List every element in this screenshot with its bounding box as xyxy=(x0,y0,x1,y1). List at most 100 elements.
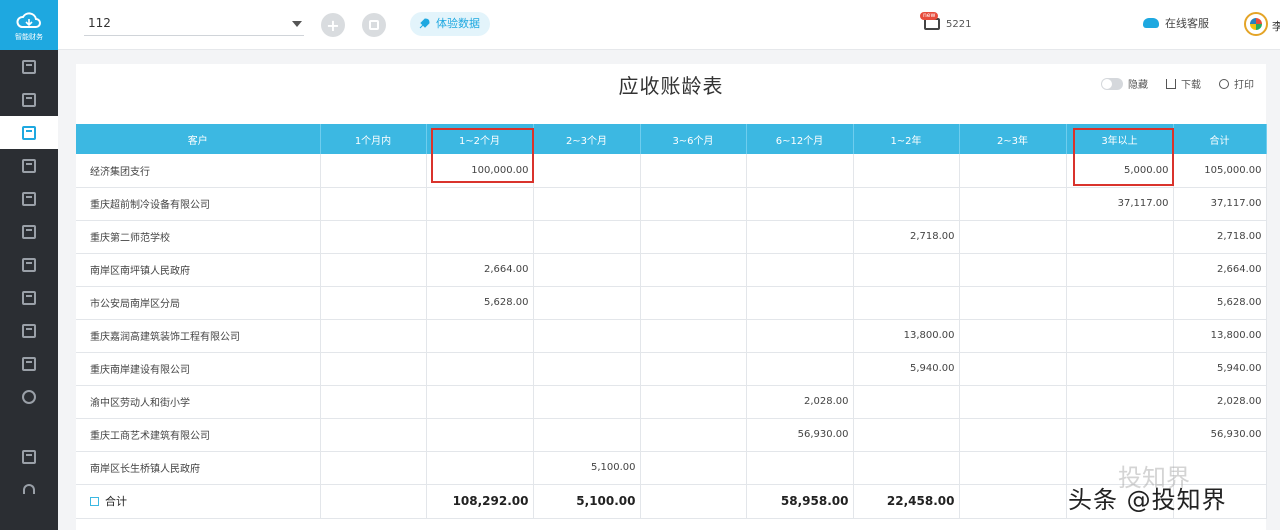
sidebar-item-inventory[interactable] xyxy=(0,248,58,281)
table-row[interactable]: 重庆嘉润高建筑装饰工程有限公司 13,800.00 13,800.00 xyxy=(76,319,1267,353)
amount-cell xyxy=(853,286,960,320)
amount-cell xyxy=(959,286,1067,320)
grid-icon xyxy=(369,20,379,30)
amount-cell: 13,800.00 xyxy=(1173,319,1267,353)
amount-cell: 56,930.00 xyxy=(1173,418,1267,452)
sidebar-item-voucher[interactable] xyxy=(0,83,58,116)
sidebar-item-contacts[interactable] xyxy=(0,314,58,347)
chevron-down-icon xyxy=(292,21,302,27)
amount-cell xyxy=(533,319,641,353)
amount-cell xyxy=(640,451,747,485)
total-amount-cell xyxy=(320,484,427,519)
online-service-label: 在线客服 xyxy=(1165,17,1209,30)
messages[interactable]: new 5221 xyxy=(920,12,971,34)
amount-cell xyxy=(746,451,854,485)
sidebar-item-phone[interactable] xyxy=(0,472,58,505)
amount-cell: 2,664.00 xyxy=(1173,253,1267,287)
total-amount-cell xyxy=(959,484,1067,519)
amount-cell xyxy=(1066,418,1174,452)
table-row[interactable]: 南岸区南坪镇人民政府 2,664.00 2,664.00 xyxy=(76,253,1267,287)
amount-cell xyxy=(320,385,427,419)
table-row[interactable]: 重庆超前制冷设备有限公司 37,117.00 37,117.00 xyxy=(76,187,1267,221)
amount-cell xyxy=(746,286,854,320)
customer-cell: 渝中区劳动人和街小学 xyxy=(76,385,321,419)
customer-cell: 重庆超前制冷设备有限公司 xyxy=(76,187,321,221)
download-button[interactable]: 下载 xyxy=(1166,76,1201,91)
amount-cell xyxy=(640,286,747,320)
amount-cell xyxy=(1066,319,1174,353)
add-button[interactable]: + xyxy=(321,13,345,37)
cloud-logo-icon xyxy=(16,11,41,28)
amount-cell xyxy=(533,286,641,320)
amount-cell: 2,028.00 xyxy=(1173,385,1267,419)
amount-cell xyxy=(640,154,747,188)
total-label-cell: 合计 xyxy=(76,484,321,519)
voucher-icon xyxy=(22,92,36,107)
amount-cell: 5,940.00 xyxy=(853,352,960,386)
trial-data-button[interactable]: 体验数据 xyxy=(410,12,490,36)
column-header: 客户 xyxy=(76,124,321,154)
amount-cell xyxy=(1066,220,1174,254)
page-title: 应收账龄表 xyxy=(618,74,724,98)
amount-cell xyxy=(533,385,641,419)
chart-icon xyxy=(22,125,36,140)
table-row[interactable]: 市公安局南岸区分局 5,628.00 5,628.00 xyxy=(76,286,1267,320)
amount-cell xyxy=(426,451,534,485)
contacts-icon xyxy=(22,323,36,338)
apps-button[interactable] xyxy=(362,13,386,37)
app-logo[interactable]: 智能财务 xyxy=(0,0,58,50)
sidebar-item-reports[interactable] xyxy=(0,116,58,149)
column-header: 6~12个月 xyxy=(746,124,854,154)
sidebar-item-settings[interactable] xyxy=(0,380,58,413)
amount-cell xyxy=(320,286,427,320)
amount-cell xyxy=(640,418,747,452)
online-service-button[interactable]: 在线客服 xyxy=(1143,15,1209,31)
avatar[interactable] xyxy=(1244,12,1268,36)
report-panel: 应收账龄表 隐藏 下载 打印 客户 1个月内 1~2个月 2~3个月 3~6个月 6~12… xyxy=(76,64,1267,530)
amount-cell xyxy=(746,253,854,287)
user-name[interactable]: 李 xyxy=(1272,18,1280,34)
table-row[interactable]: 重庆工商艺术建筑有限公司 56,930.00 56,930.00 xyxy=(76,418,1267,452)
amount-cell xyxy=(746,187,854,221)
sidebar-item-assets[interactable] xyxy=(0,215,58,248)
sidebar-item-salary[interactable] xyxy=(0,281,58,314)
amount-cell xyxy=(959,418,1067,452)
ledger-icon xyxy=(22,158,36,173)
table-row[interactable]: 渝中区劳动人和街小学 2,028.00 2,028.00 xyxy=(76,385,1267,419)
amount-cell: 56,930.00 xyxy=(746,418,854,452)
customer-cell: 重庆工商艺术建筑有限公司 xyxy=(76,418,321,452)
hide-toggle[interactable]: 隐藏 xyxy=(1101,76,1148,91)
amount-cell xyxy=(640,352,747,386)
sidebar-item-invoice[interactable] xyxy=(0,182,58,215)
report-tools: 隐藏 下载 打印 xyxy=(1101,76,1254,91)
column-header: 合计 xyxy=(1173,124,1267,154)
customer-cell: 重庆南岸建设有限公司 xyxy=(76,352,321,386)
company-select[interactable]: 112 xyxy=(84,12,304,36)
logo-text: 智能财务 xyxy=(15,32,43,41)
assets-icon xyxy=(22,224,36,239)
total-square-icon xyxy=(90,497,99,506)
amount-cell xyxy=(1066,352,1174,386)
amount-cell xyxy=(426,319,534,353)
sidebar-item-ledger[interactable] xyxy=(0,149,58,182)
amount-cell xyxy=(959,319,1067,353)
column-header: 1个月内 xyxy=(320,124,427,154)
amount-cell xyxy=(320,418,427,452)
table-row[interactable]: 重庆第二师范学校 2,718.00 2,718.00 xyxy=(76,220,1267,254)
sidebar-item-download[interactable] xyxy=(0,440,58,473)
trial-data-label: 体验数据 xyxy=(436,17,480,30)
download-icon xyxy=(22,449,36,464)
amount-cell: 13,800.00 xyxy=(853,319,960,353)
amount-cell xyxy=(959,352,1067,386)
hide-toggle-label: 隐藏 xyxy=(1128,80,1148,91)
table-row[interactable]: 重庆南岸建设有限公司 5,940.00 5,940.00 xyxy=(76,352,1267,386)
print-button[interactable]: 打印 xyxy=(1219,76,1254,91)
table-body: 经济集团支行 100,000.00 5,000.00 105,000.00 重庆超前制冷… xyxy=(76,154,1267,519)
company-select-value: 112 xyxy=(88,16,111,30)
sidebar-item-dashboard[interactable] xyxy=(0,50,58,83)
amount-cell xyxy=(533,154,641,188)
amount-cell xyxy=(320,352,427,386)
amount-cell: 2,664.00 xyxy=(426,253,534,287)
dashboard-icon xyxy=(22,59,36,74)
sidebar-item-tax[interactable] xyxy=(0,347,58,380)
